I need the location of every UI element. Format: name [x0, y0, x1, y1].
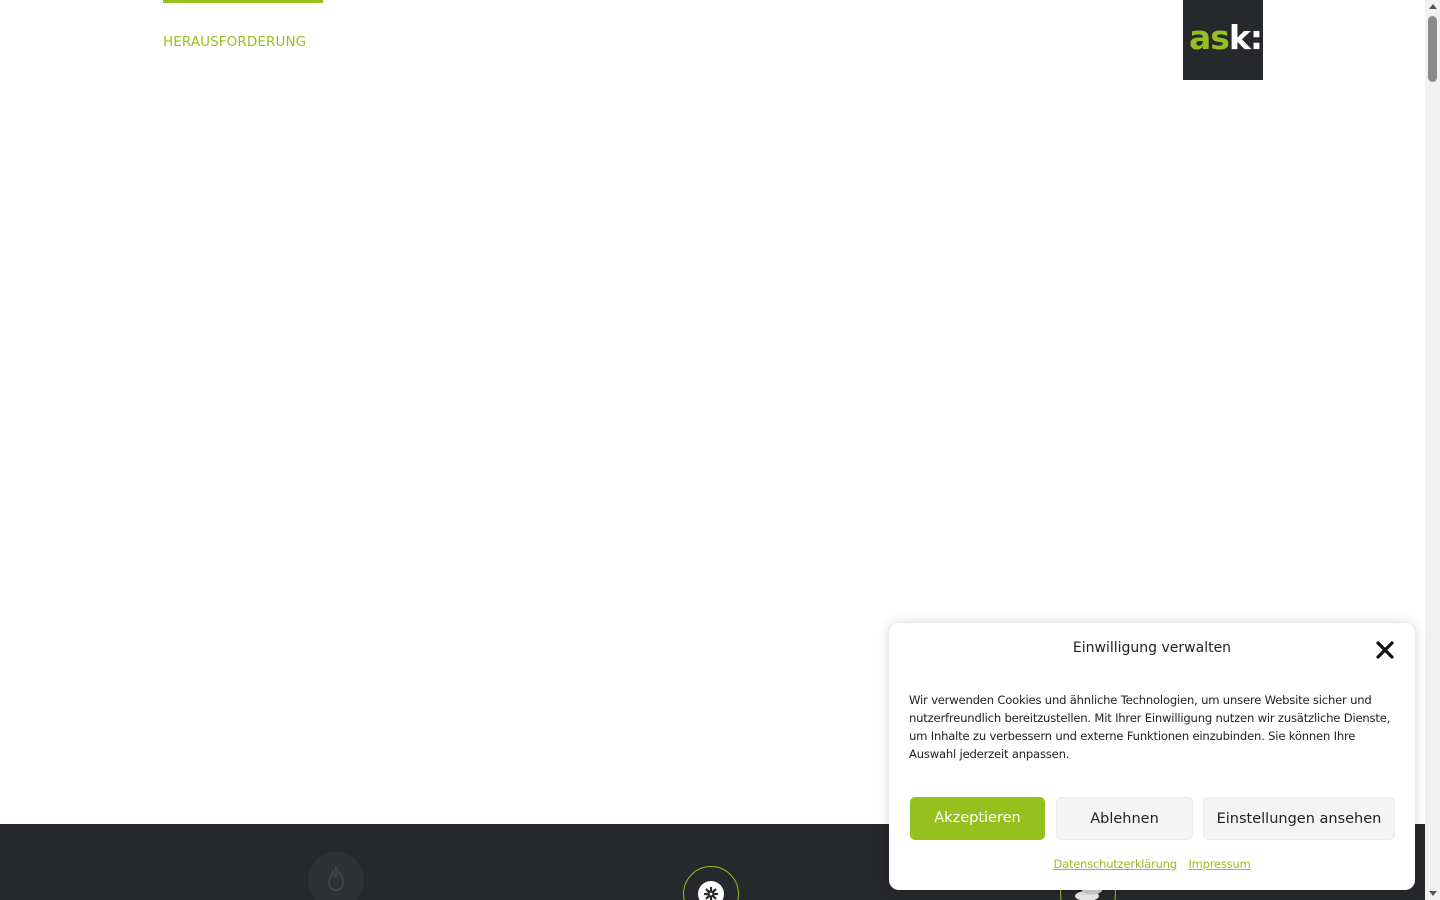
accept-button[interactable]: Akzeptieren — [910, 797, 1045, 840]
scrollbar-thumb[interactable] — [1428, 16, 1437, 82]
logo-text-as: as — [1189, 18, 1230, 57]
logo-wordmark: ask: — [1189, 16, 1263, 60]
site-logo[interactable]: ask: — [1183, 0, 1263, 80]
flame-icon — [308, 852, 364, 900]
active-tab-indicator — [163, 0, 323, 3]
imprint-link[interactable]: Impressum — [1188, 857, 1250, 871]
close-icon — [1376, 641, 1394, 659]
nav-tab-label: HERAUSFORDERUNG — [163, 34, 307, 50]
scroll-up-arrow-icon[interactable] — [1429, 4, 1437, 9]
nav-tab-herausforderung[interactable]: HERAUSFORDERUNG — [163, 0, 323, 60]
logo-text-k: k: — [1228, 18, 1263, 57]
page-scrollbar[interactable] — [1425, 0, 1440, 900]
cookie-consent-dialog: Einwilligung verwalten Wir verwenden Coo… — [889, 623, 1415, 890]
page: HERAUSFORDERUNG ask: Einwilligung verwal… — [0, 0, 1440, 900]
close-button[interactable] — [1374, 639, 1396, 661]
consent-description: Wir verwenden Cookies und ähnliche Techn… — [909, 693, 1391, 761]
view-settings-button[interactable]: Einstellungen ansehen — [1203, 797, 1395, 840]
deny-button[interactable]: Ablehnen — [1056, 797, 1193, 840]
consent-links: Datenschutzerklärung Impressum — [889, 857, 1415, 871]
consent-title: Einwilligung verwalten — [1072, 640, 1232, 656]
privacy-policy-link[interactable]: Datenschutzerklärung — [1053, 857, 1177, 871]
gear-icon — [683, 866, 739, 900]
scroll-down-arrow-icon[interactable] — [1429, 891, 1437, 896]
